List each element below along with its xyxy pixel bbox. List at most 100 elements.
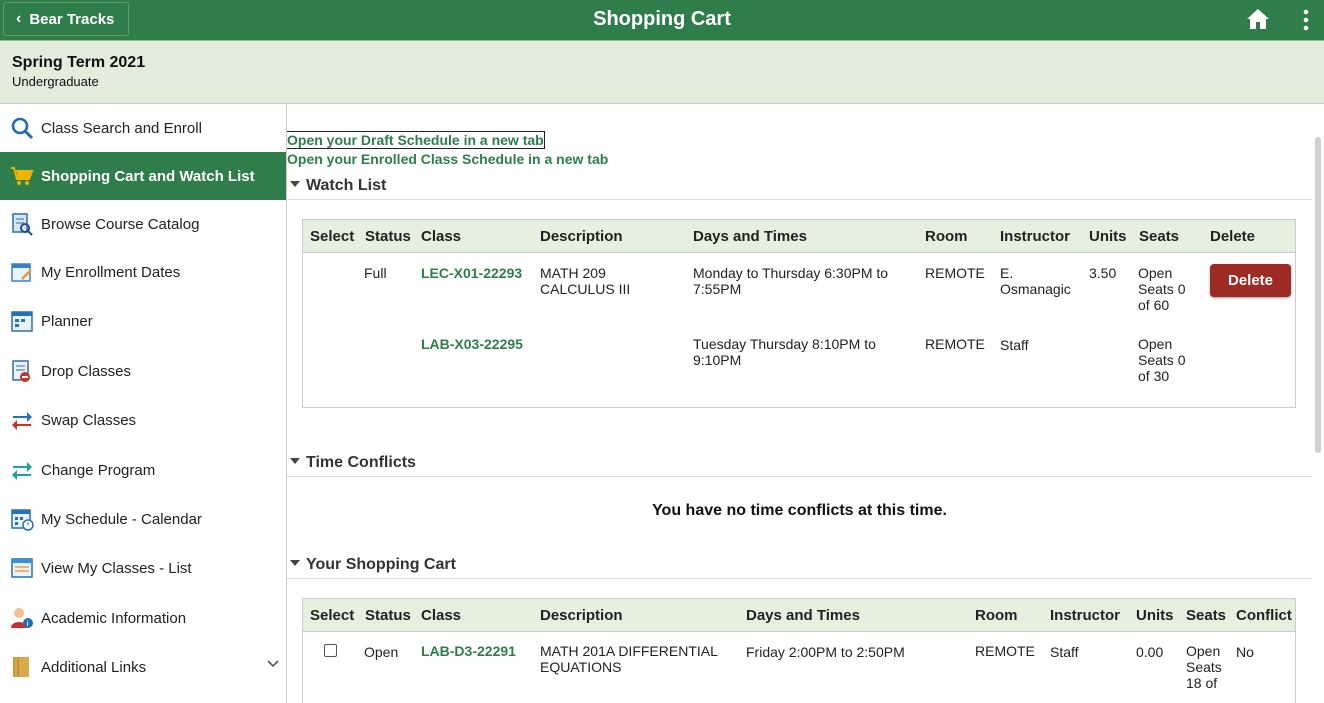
sidebar-item-label: Shopping Cart and Watch List — [41, 167, 255, 185]
planner-icon — [9, 308, 35, 334]
seats-cell: Open Seats 0 of 30 — [1138, 336, 1186, 384]
seats-cell: Open Seats 18 of — [1186, 643, 1222, 691]
sidebar-item-browse-catalog[interactable]: Browse Course Catalog — [0, 200, 286, 248]
class-link[interactable]: LAB-D3-22291 — [421, 643, 516, 659]
term-banner: Spring Term 2021 Undergraduate — [0, 41, 1324, 104]
sidebar-item-label: Browse Course Catalog — [41, 215, 200, 233]
calendar-icon — [9, 506, 35, 532]
collapse-triangle-icon — [290, 180, 300, 187]
room-cell: REMOTE — [925, 336, 985, 352]
column-header: Class — [421, 228, 462, 245]
column-header: Units — [1089, 228, 1127, 245]
sidebar-item-planner[interactable]: Planner — [0, 297, 286, 345]
column-header: Select — [310, 228, 355, 245]
watch-list-header[interactable]: Watch List — [287, 177, 1312, 200]
column-header: Instructor — [1000, 228, 1071, 245]
column-header: Units — [1136, 607, 1174, 624]
chevron-down-icon[interactable] — [266, 657, 280, 671]
sidebar-item-schedule-calendar[interactable]: My Schedule - Calendar — [0, 495, 286, 543]
conflict-cell: No — [1236, 644, 1254, 660]
shopping-cart-header[interactable]: Your Shopping Cart — [287, 556, 1312, 579]
class-list-icon — [9, 555, 35, 581]
enrollment-dates-icon — [9, 259, 35, 285]
column-header: Conflict — [1236, 607, 1292, 624]
seats-cell: Open Seats 0 of 60 — [1138, 265, 1186, 313]
column-header: Instructor — [1050, 607, 1121, 624]
class-link[interactable]: LEC-X01-22293 — [421, 265, 522, 281]
status-cell: Full — [364, 265, 387, 281]
sidebar-item-label: Academic Information — [41, 609, 187, 627]
sidebar-item-swap-classes[interactable]: Swap Classes — [0, 396, 286, 444]
delete-button[interactable]: Delete — [1210, 264, 1291, 297]
more-options-icon[interactable] — [1300, 8, 1312, 32]
class-link[interactable]: LAB-X03-22295 — [421, 336, 523, 352]
instructor-cell: Staff — [1050, 644, 1079, 660]
watch-list-grid: Select Status Class Description Days and… — [302, 219, 1296, 408]
sidebar-item-class-search[interactable]: Class Search and Enroll — [0, 104, 286, 152]
sidebar-item-enrollment-dates[interactable]: My Enrollment Dates — [0, 248, 286, 296]
column-header: Seats — [1186, 607, 1227, 624]
sidebar-item-label: Drop Classes — [41, 362, 132, 380]
sidebar-item-label: Change Program — [41, 461, 156, 479]
instructor-cell: E. Osmanagic — [1000, 265, 1071, 297]
shopping-cart-title: Your Shopping Cart — [306, 556, 456, 573]
column-header: Days and Times — [693, 228, 807, 245]
column-header: Room — [925, 228, 968, 245]
term-name: Spring Term 2021 — [12, 54, 146, 71]
watch-list-title: Watch List — [306, 177, 387, 194]
days-times-cell: Tuesday Thursday 8:10PM to 9:10PM — [693, 336, 876, 368]
shopping-cart-icon — [9, 163, 35, 189]
sidebar-item-label: My Schedule - Calendar — [41, 510, 202, 528]
sidebar-item-label: Additional Links — [41, 658, 147, 676]
sidebar: Class Search and Enroll Shopping Cart an… — [0, 104, 287, 703]
drop-classes-icon — [9, 358, 35, 384]
column-header: Room — [975, 607, 1018, 624]
sidebar-item-label: Planner — [41, 312, 93, 330]
sidebar-item-academic-info[interactable]: i Academic Information — [0, 594, 286, 642]
page-title: Shopping Cart — [593, 8, 731, 30]
home-icon[interactable] — [1246, 7, 1270, 31]
watch-list-header-row: Select Status Class Description Days and… — [303, 220, 1295, 253]
sidebar-item-label: View My Classes - List — [41, 559, 192, 577]
svg-text:i: i — [27, 621, 29, 628]
collapse-triangle-icon — [290, 559, 300, 566]
units-cell: 0.00 — [1136, 644, 1164, 660]
description-cell: MATH 209 CALCULUS III — [540, 265, 631, 297]
sidebar-item-label: My Enrollment Dates — [41, 263, 181, 281]
sidebar-item-class-list[interactable]: View My Classes - List — [0, 544, 286, 592]
catalog-icon — [9, 211, 35, 237]
change-program-icon — [9, 457, 35, 483]
search-icon — [9, 115, 35, 141]
description-cell: MATH 201A DIFFERENTIAL EQUATIONS — [540, 643, 718, 675]
column-header: Class — [421, 607, 462, 624]
units-cell: 3.50 — [1089, 265, 1117, 281]
sidebar-item-drop-classes[interactable]: Drop Classes — [0, 347, 286, 395]
academic-info-icon: i — [9, 605, 35, 631]
instructor-cell: Staff — [1000, 337, 1029, 353]
column-header: Select — [310, 607, 355, 624]
sidebar-item-shopping-cart[interactable]: Shopping Cart and Watch List — [0, 152, 286, 200]
column-header: Seats — [1139, 228, 1180, 245]
sidebar-item-change-program[interactable]: Change Program — [0, 446, 286, 494]
scrollbar-thumb[interactable] — [1315, 137, 1321, 453]
sidebar-item-label: Swap Classes — [41, 411, 137, 429]
collapse-triangle-icon — [290, 457, 300, 464]
column-header: Days and Times — [746, 607, 860, 624]
swap-icon — [9, 407, 35, 433]
time-conflicts-header[interactable]: Time Conflicts — [287, 454, 1312, 477]
draft-schedule-link[interactable]: Open your Draft Schedule in a new tab — [287, 131, 545, 149]
status-cell: Open — [364, 644, 399, 660]
folder-icon — [9, 654, 35, 680]
column-header: Status — [365, 228, 411, 245]
column-header: Description — [540, 607, 623, 624]
sidebar-item-additional-links[interactable]: Additional Links — [0, 643, 286, 691]
column-header: Delete — [1210, 228, 1256, 245]
select-checkbox[interactable] — [324, 644, 337, 657]
no-conflicts-message: You have no time conflicts at this time. — [652, 502, 947, 519]
room-cell: REMOTE — [975, 643, 1035, 659]
shopping-cart-header-row: Select Status Class Description Days and… — [303, 599, 1295, 632]
time-conflicts-title: Time Conflicts — [306, 454, 416, 471]
column-header: Status — [365, 607, 411, 624]
enrolled-schedule-link[interactable]: Open your Enrolled Class Schedule in a n… — [287, 151, 608, 167]
top-bar: ‹ Bear Tracks Shopping Cart — [0, 0, 1324, 41]
